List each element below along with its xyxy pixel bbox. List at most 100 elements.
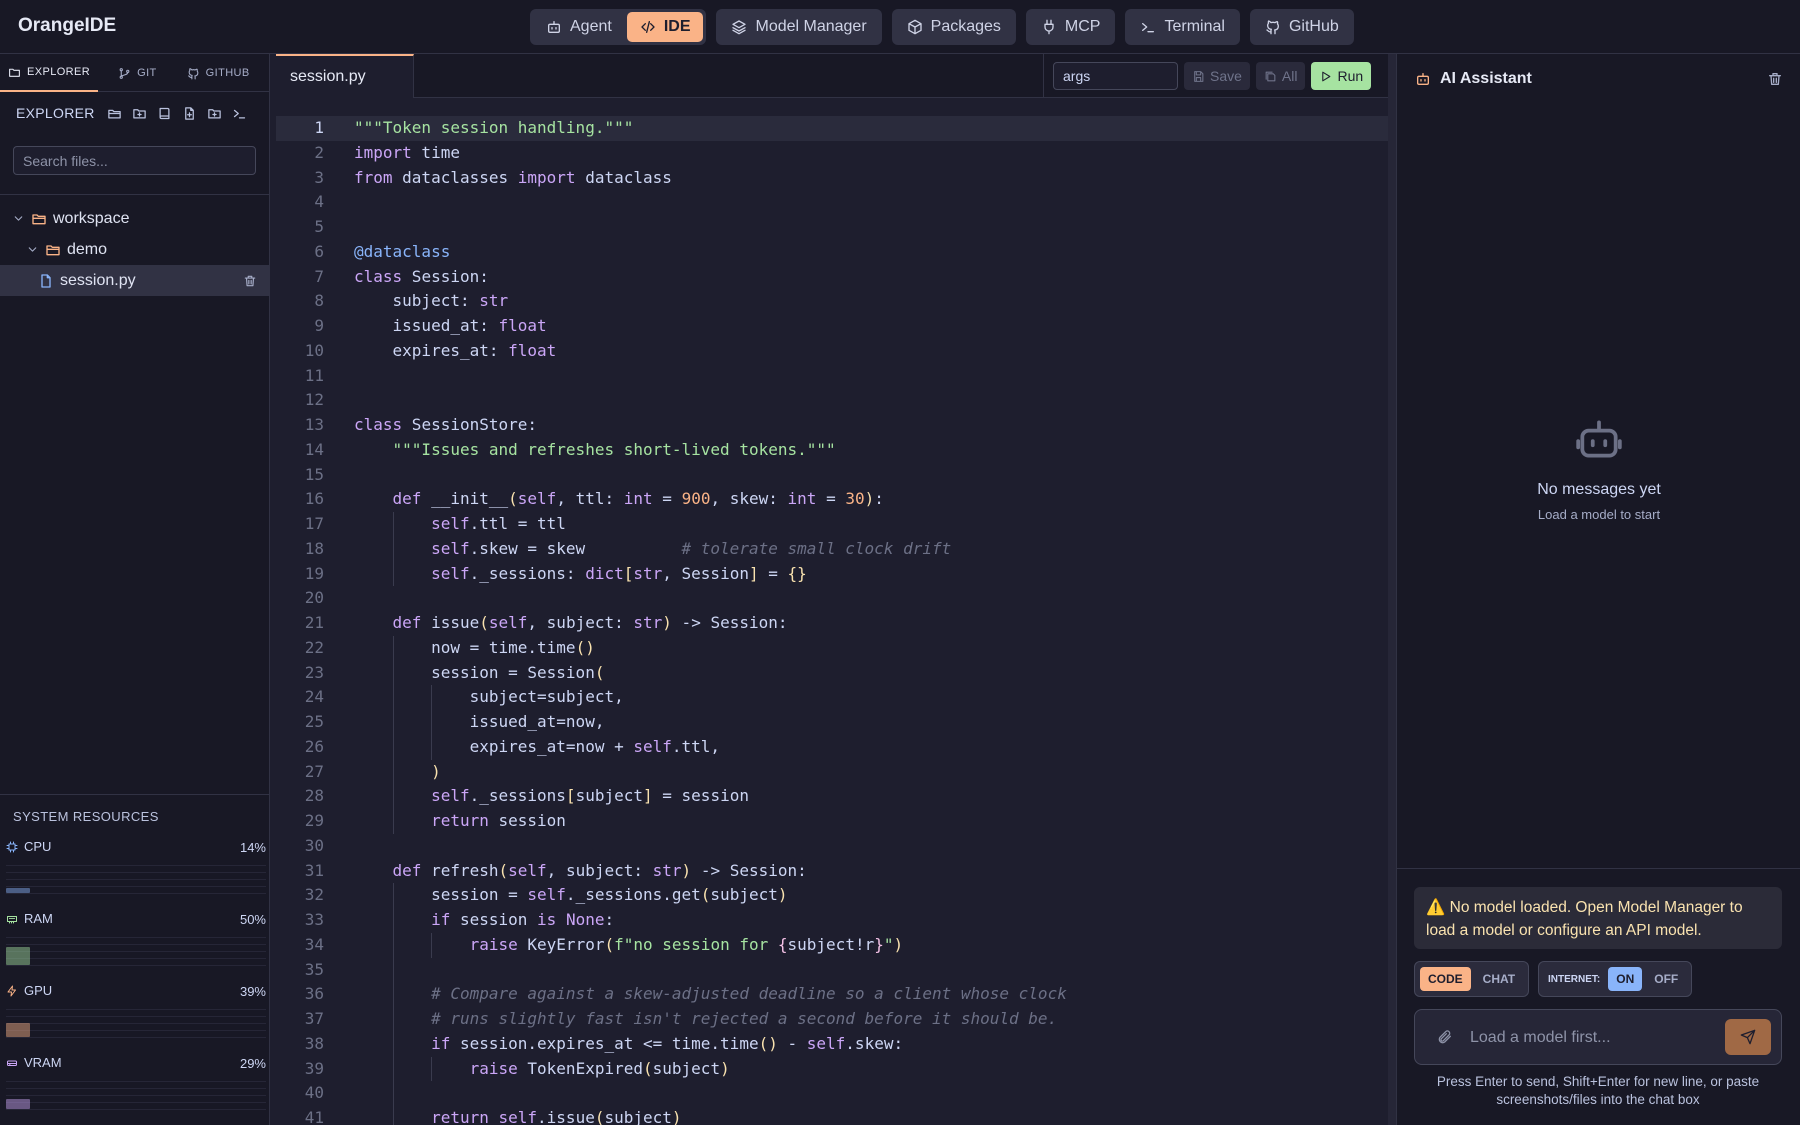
resource-value: 50% (239, 912, 266, 927)
code-line[interactable]: 3 from dataclasses import dataclass (276, 166, 1390, 191)
resource-graph (6, 931, 266, 967)
code-line[interactable]: 36 # Compare against a skew-adjusted dea… (276, 982, 1390, 1007)
new-folder-icon[interactable] (132, 106, 147, 121)
code-line[interactable]: 30 (276, 834, 1390, 859)
code-text: from dataclasses import dataclass (354, 167, 672, 187)
code-text: # Compare against a skew-adjusted deadli… (431, 984, 1067, 1004)
internet-on-button[interactable]: ON (1608, 967, 1643, 991)
code-line[interactable]: 26 expires_at=now + self.ttl, (276, 734, 1390, 760)
code-line[interactable]: 38 if session.expires_at <= time.time() … (276, 1031, 1390, 1057)
run-label: Run (1337, 68, 1364, 84)
code-line[interactable]: 20 (276, 586, 1390, 611)
code-line[interactable]: 23 session = Session( (276, 660, 1390, 686)
nav-terminal-button[interactable]: Terminal (1125, 9, 1240, 45)
mode-chat-button[interactable]: CHAT (1475, 967, 1523, 991)
code-text: @dataclass (354, 241, 451, 261)
code-line[interactable]: 34 raise KeyError(f"no session for {subj… (276, 932, 1390, 958)
code-line[interactable]: 1 """Token session handling.""" (276, 116, 1390, 141)
code-line[interactable]: 9 issued_at: float (276, 314, 1390, 339)
code-line[interactable]: 10 expires_at: float (276, 339, 1390, 364)
folder-icon (9, 68, 20, 77)
code-line[interactable]: 21 def issue(self, subject: str) -> Sess… (276, 611, 1390, 636)
code-line[interactable]: 11 (276, 364, 1390, 389)
tree-folder-demo[interactable]: demo (0, 234, 269, 265)
code-line[interactable]: 7 class Session: (276, 265, 1390, 290)
internet-off-button[interactable]: OFF (1646, 967, 1686, 991)
code-line[interactable]: 5 (276, 215, 1390, 240)
add-folder-icon[interactable] (207, 106, 222, 121)
terminal-icon[interactable] (232, 106, 247, 121)
code-line[interactable]: 2 import time (276, 141, 1390, 166)
code-line[interactable]: 32 session = self._sessions.get(subject) (276, 883, 1390, 908)
left-sidebar: EXPLORER GIT GITHUB EXPLORER Search file… (0, 54, 270, 1125)
code-line[interactable]: 35 (276, 957, 1390, 983)
code-line[interactable]: 22 now = time.time() (276, 635, 1390, 661)
run-button[interactable]: Run (1311, 62, 1372, 90)
code-text: session = self._sessions.get(subject) (354, 885, 788, 905)
nav-mcp-button[interactable]: MCP (1025, 9, 1116, 45)
tab-git[interactable]: GIT (110, 54, 165, 92)
file-search-input[interactable] (13, 146, 256, 175)
code-line[interactable]: 28 self._sessions[subject] = session (276, 784, 1390, 809)
warning-icon: ⚠️ (1426, 899, 1446, 916)
code-line[interactable]: 13 class SessionStore: (276, 413, 1390, 438)
chat-message-input[interactable] (1470, 1023, 1710, 1053)
code-line[interactable]: 39 raise TokenExpired(subject) (276, 1056, 1390, 1082)
code-line[interactable]: 6 @dataclass (276, 240, 1390, 265)
tab-github[interactable]: GITHUB (179, 54, 258, 92)
line-number: 5 (314, 217, 324, 236)
code-line[interactable]: 17 self.ttl = ttl (276, 512, 1390, 537)
code-line[interactable]: 15 (276, 463, 1390, 488)
code-text: self._sessions: dict[str, Session] = {} (431, 563, 807, 583)
system-resources-title: SYSTEM RESOURCES (13, 809, 159, 824)
system-resources: SYSTEM RESOURCES CPU 14% RAM 50% GPU 39%… (0, 794, 269, 1125)
code-line[interactable]: 29 return session (276, 809, 1390, 834)
code-line[interactable]: 8 subject: str (276, 289, 1390, 314)
code-text: self._sessions[subject] = session (431, 786, 749, 806)
indent-guide (392, 883, 394, 908)
nav-packages-button[interactable]: Packages (891, 9, 1016, 45)
save-icon (1194, 70, 1204, 82)
code-line[interactable]: 4 (276, 190, 1390, 215)
code-line[interactable]: 18 self.skew = skew # tolerate small clo… (276, 536, 1390, 562)
nav-agent-button[interactable]: Agent (533, 12, 625, 42)
editor-tab-session-py[interactable]: session.py (276, 54, 414, 98)
code-line[interactable]: 14 """Issues and refreshes short-lived t… (276, 438, 1390, 463)
book-icon[interactable] (157, 106, 172, 121)
tree-file-session-py[interactable]: session.py (0, 265, 269, 296)
nav-github-button[interactable]: GitHub (1249, 9, 1354, 45)
tab-explorer[interactable]: EXPLORER (0, 54, 99, 92)
args-input[interactable] (1053, 62, 1178, 90)
code-text: expires_at=now + self.ttl, (354, 736, 721, 756)
code-line[interactable]: 24 subject=subject, (276, 685, 1390, 710)
trash-icon[interactable] (1767, 71, 1783, 87)
save-all-icon (1265, 71, 1276, 81)
trash-icon[interactable] (243, 274, 257, 288)
code-line[interactable]: 19 self._sessions: dict[str, Session] = … (276, 561, 1390, 587)
paperclip-icon[interactable] (1437, 1029, 1453, 1045)
indent-guide (392, 734, 394, 760)
open-folder-icon[interactable] (107, 106, 122, 121)
code-line[interactable]: 41 return self.issue(subject) (276, 1106, 1390, 1125)
code-line[interactable]: 27 ) (276, 759, 1390, 785)
code-area[interactable]: 1 """Token session handling.""" 2 import ti… (276, 116, 1390, 1125)
send-button[interactable] (1725, 1019, 1771, 1055)
code-line[interactable]: 40 (276, 1081, 1390, 1106)
code-line[interactable]: 31 def refresh(self, subject: str) -> Se… (276, 859, 1390, 884)
code-line[interactable]: 25 issued_at=now, (276, 710, 1390, 735)
nav-mcp-label: MCP (1064, 18, 1101, 35)
code-text: self.skew = skew # tolerate small clock … (431, 538, 952, 558)
nav-model-manager-button[interactable]: Model Manager (716, 9, 882, 45)
code-line[interactable]: 33 if session is None: (276, 908, 1390, 933)
editor-scrollbar[interactable] (1388, 54, 1396, 1125)
code-line[interactable]: 37 # runs slightly fast isn't rejected a… (276, 1007, 1390, 1032)
save-button[interactable]: Save (1184, 62, 1250, 90)
mode-code-button[interactable]: CODE (1420, 967, 1471, 991)
new-file-icon[interactable] (182, 106, 197, 121)
nav-ide-button[interactable]: IDE (626, 12, 704, 42)
tree-folder-workspace[interactable]: workspace (0, 203, 269, 234)
code-line[interactable]: 12 (276, 388, 1390, 413)
code-line[interactable]: 16 def __init__(self, ttl: int = 900, sk… (276, 487, 1390, 512)
git-branch-icon (119, 67, 130, 79)
save-all-button[interactable]: All (1255, 62, 1306, 90)
